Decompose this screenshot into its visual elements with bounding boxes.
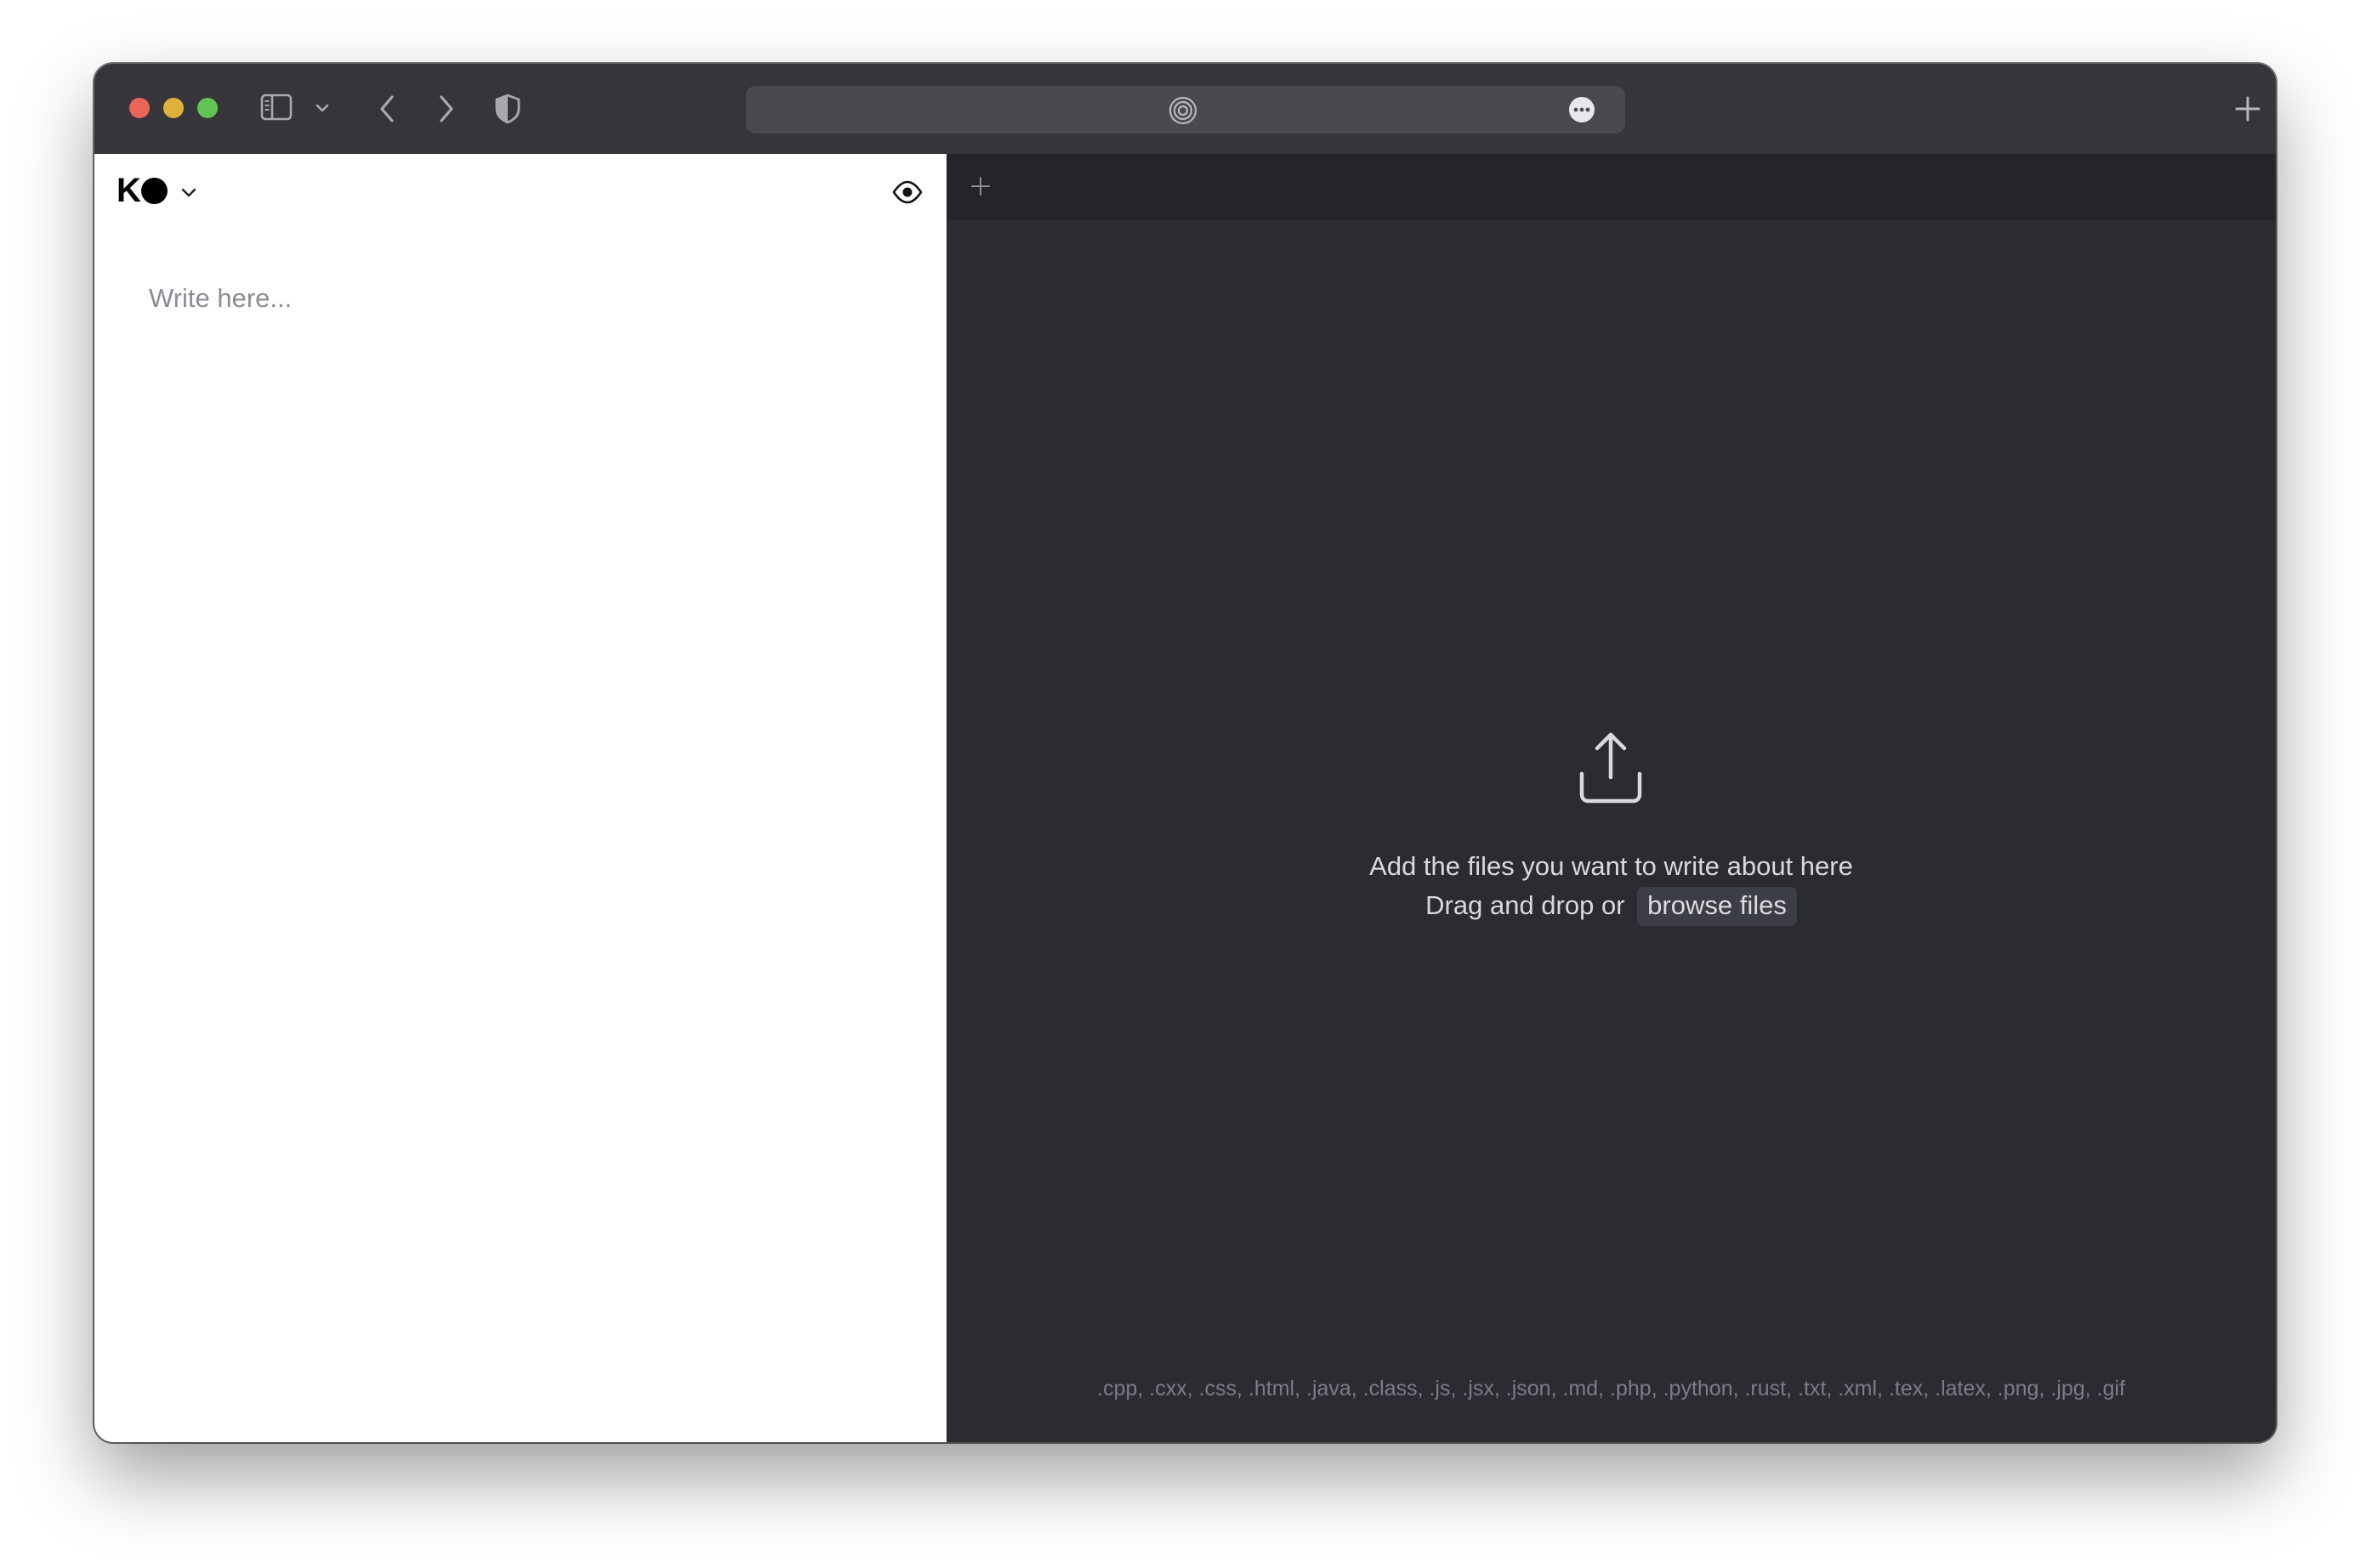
chevron-down-icon [181,188,196,197]
files-tab-bar [947,154,2276,220]
eye-icon[interactable] [891,176,924,208]
close-window-button[interactable] [129,98,150,118]
app-window: K Write here... Add the files you want t… [94,64,2276,1442]
editor-pane: K Write here... [94,154,947,1442]
minimize-window-button[interactable] [163,98,184,118]
chevron-down-icon[interactable] [314,99,331,116]
chevron-right-icon[interactable] [431,92,462,126]
browse-files-button[interactable]: browse files [1637,887,1797,926]
maximize-window-button[interactable] [197,98,218,118]
address-bar[interactable] [746,86,1625,134]
logo-letter: K [117,172,141,209]
logo-menu-button[interactable]: K [117,171,198,210]
editor-textarea[interactable]: Write here... [149,281,914,1387]
file-dropzone[interactable] [947,220,2276,1442]
upload-icon [1579,732,1642,804]
drag-drop-text: Drag and drop or [1425,890,1625,920]
plus-icon[interactable] [2231,92,2265,126]
plus-icon[interactable] [969,174,992,198]
supported-file-types: .cpp, .cxx, .css, .html, .java, .class, … [1097,1377,2125,1400]
target-icon [1168,96,1197,125]
files-pane: Add the files you want to write about he… [947,154,2276,1442]
logo-dot [140,178,168,204]
chevron-left-icon[interactable] [372,92,402,126]
dropzone-subtitle: Drag and drop or browse files [947,887,2276,926]
ellipsis-circle-icon[interactable] [1567,95,1596,124]
sidebar-icon[interactable] [260,94,293,121]
dropzone-title: Add the files you want to write about he… [1369,851,1853,881]
browser-toolbar [94,64,2276,156]
shield-icon[interactable] [492,92,523,126]
editor-placeholder: Write here... [149,283,293,313]
